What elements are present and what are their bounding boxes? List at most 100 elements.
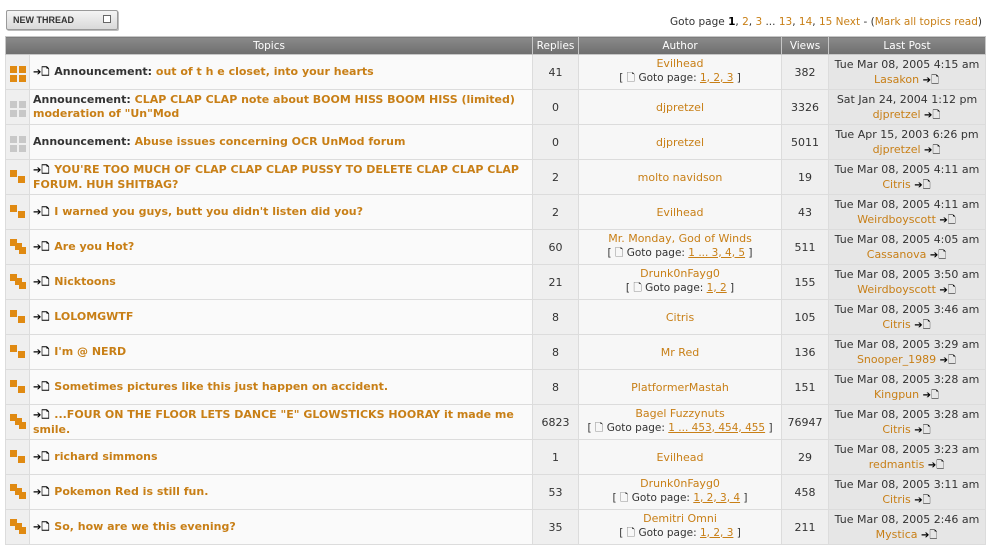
topic-link[interactable]: I warned you guys, butt you didn't liste…: [54, 205, 363, 218]
topic-link[interactable]: Sometimes pictures like this just happen…: [54, 380, 388, 393]
view-latest-post-icon[interactable]: ➔🗋: [924, 108, 940, 123]
topic-link[interactable]: I'm @ NERD: [54, 345, 126, 358]
last-post-date: Tue Mar 08, 2005 2:46 am: [834, 512, 980, 526]
author-link[interactable]: djpretzel: [656, 136, 704, 149]
author-link[interactable]: Demitri Omni: [643, 512, 717, 525]
last-poster-link[interactable]: redmantis: [869, 458, 925, 471]
author-link[interactable]: Mr. Monday, God of Winds: [608, 232, 752, 245]
view-latest-post-icon[interactable]: ➔🗋: [923, 73, 939, 88]
author-link[interactable]: Drunk0nFayg0: [640, 267, 720, 280]
last-poster-link[interactable]: Weirdboyscott: [857, 213, 936, 226]
view-latest-post-icon[interactable]: ➔🗋: [914, 423, 930, 438]
goto-links[interactable]: 1 ... 3, 4, 5: [688, 247, 745, 259]
newest-post-icon[interactable]: ➔🗋: [33, 241, 49, 255]
author-link[interactable]: Evilhead: [656, 451, 703, 464]
view-latest-post-icon[interactable]: ➔🗋: [930, 248, 946, 263]
page-icon: 🗋: [614, 246, 624, 259]
topic-link[interactable]: YOU'RE TOO MUCH OF CLAP CLAP CLAP PUSSY …: [33, 163, 519, 191]
page-link[interactable]: Next: [836, 16, 860, 28]
last-poster-link[interactable]: Citris: [882, 493, 910, 506]
author-link[interactable]: Bagel Fuzzynuts: [635, 407, 724, 420]
last-poster-link[interactable]: djpretzel: [873, 108, 921, 121]
newest-post-icon[interactable]: ➔🗋: [33, 521, 49, 535]
pagination: Goto page 1, 2, 3 ... 13, 14, 15 Next - …: [670, 16, 982, 28]
last-post-date: Tue Mar 08, 2005 4:11 am: [834, 162, 980, 176]
last-poster-link[interactable]: Citris: [882, 178, 910, 191]
last-poster-link[interactable]: Mystica: [876, 528, 918, 541]
view-latest-post-icon[interactable]: ➔🗋: [923, 388, 939, 403]
topic-link[interactable]: ...FOUR ON THE FLOOR LETS DANCE "E" GLOW…: [33, 408, 514, 436]
page-link[interactable]: 15: [819, 16, 832, 28]
view-latest-post-icon[interactable]: ➔🗋: [924, 143, 940, 158]
topic-link[interactable]: Abuse issues concerning OCR UnMod forum: [135, 135, 406, 148]
author-link[interactable]: Citris: [666, 311, 694, 324]
goto-links[interactable]: 1, 2: [707, 282, 727, 294]
topics-table: Topics Replies Author Views Last Post ➔🗋…: [4, 36, 987, 545]
new-thread-button[interactable]: NEW THREAD: [6, 10, 118, 30]
topic-link[interactable]: LOLOMGWTF: [54, 310, 133, 323]
last-poster-link[interactable]: djpretzel: [873, 143, 921, 156]
last-poster-link[interactable]: Lasakon: [874, 73, 919, 86]
goto-links[interactable]: 1 ... 453, 454, 455: [668, 422, 765, 434]
table-row: Announcement: Abuse issues concerning OC…: [5, 124, 987, 160]
view-latest-post-icon[interactable]: ➔🗋: [921, 528, 937, 543]
goto-links[interactable]: 1, 2, 3: [700, 72, 733, 84]
newest-post-icon[interactable]: ➔🗋: [33, 66, 49, 80]
page-link[interactable]: 13: [779, 16, 792, 28]
newest-post-icon[interactable]: ➔🗋: [33, 164, 49, 178]
author-link[interactable]: djpretzel: [656, 101, 704, 114]
page-link[interactable]: 14: [799, 16, 812, 28]
author-link[interactable]: Drunk0nFayg0: [640, 477, 720, 490]
view-latest-post-icon[interactable]: ➔🗋: [928, 458, 944, 473]
replies-cell: 8: [532, 334, 580, 370]
topic-link[interactable]: Pokemon Red is still fun.: [54, 485, 208, 498]
author-link[interactable]: Evilhead: [656, 57, 703, 70]
topic-link[interactable]: Are you Hot?: [54, 240, 134, 253]
view-latest-post-icon[interactable]: ➔🗋: [914, 493, 930, 508]
announcement-prefix: Announcement:: [33, 93, 135, 106]
goto-links[interactable]: 1, 2, 3: [700, 527, 733, 539]
last-poster-link[interactable]: Citris: [882, 423, 910, 436]
newest-post-icon[interactable]: ➔🗋: [33, 381, 49, 395]
col-author: Author: [578, 36, 783, 55]
view-latest-post-icon[interactable]: ➔🗋: [914, 318, 930, 333]
author-link[interactable]: Mr Red: [661, 346, 699, 359]
author-link[interactable]: molto navidson: [638, 171, 723, 184]
author-link[interactable]: PlatformerMastah: [631, 381, 729, 394]
view-latest-post-icon[interactable]: ➔🗋: [939, 213, 955, 228]
newest-post-icon[interactable]: ➔🗋: [33, 206, 49, 220]
author-cell: PlatformerMastah: [578, 369, 783, 405]
last-poster-link[interactable]: Weirdboyscott: [857, 283, 936, 296]
newest-post-icon[interactable]: ➔🗋: [33, 276, 49, 290]
view-latest-post-icon[interactable]: ➔🗋: [940, 353, 956, 368]
last-poster-link[interactable]: Citris: [882, 318, 910, 331]
topic-link[interactable]: out of t h e closet, into your hearts: [156, 65, 374, 78]
newest-post-icon[interactable]: ➔🗋: [33, 451, 49, 465]
replies-cell: 8: [532, 299, 580, 335]
author-cell: Mr Red: [578, 334, 783, 370]
forum-toolbar: NEW THREAD Goto page 1, 2, 3 ... 13, 14,…: [0, 0, 988, 35]
newest-post-icon[interactable]: ➔🗋: [33, 409, 49, 423]
last-poster-link[interactable]: Snooper_1989: [857, 353, 936, 366]
view-latest-post-icon[interactable]: ➔🗋: [939, 283, 955, 298]
newest-post-icon[interactable]: ➔🗋: [33, 311, 49, 325]
author-cell: Drunk0nFayg0[ 🗋 Goto page: 1, 2 ]: [578, 264, 783, 300]
page-link[interactable]: 2: [742, 16, 749, 28]
last-poster-link[interactable]: Kingpun: [874, 388, 919, 401]
view-latest-post-icon[interactable]: ➔🗋: [914, 178, 930, 193]
mark-all-read-link[interactable]: Mark all topics read: [875, 16, 978, 28]
table-row: ➔🗋 YOU'RE TOO MUCH OF CLAP CLAP CLAP PUS…: [5, 159, 987, 195]
last-poster-link[interactable]: Cassanova: [867, 248, 927, 261]
new-thread-icon: [103, 15, 111, 23]
topic-icon-cell: [5, 124, 30, 160]
last-post-cell: Tue Apr 15, 2003 6:26 pm djpretzel ➔🗋: [828, 124, 987, 160]
newest-post-icon[interactable]: ➔🗋: [33, 346, 49, 360]
topic-link[interactable]: So, how are we this evening?: [54, 520, 235, 533]
topic-icon-cell: [5, 404, 30, 440]
newest-post-icon[interactable]: ➔🗋: [33, 486, 49, 500]
topic-link[interactable]: richard simmons: [54, 450, 157, 463]
goto-links[interactable]: 1, 2, 3, 4: [693, 492, 740, 504]
topic-link[interactable]: Nicktoons: [54, 275, 116, 288]
last-post-date: Tue Mar 08, 2005 3:29 am: [834, 337, 980, 351]
author-link[interactable]: Evilhead: [656, 206, 703, 219]
